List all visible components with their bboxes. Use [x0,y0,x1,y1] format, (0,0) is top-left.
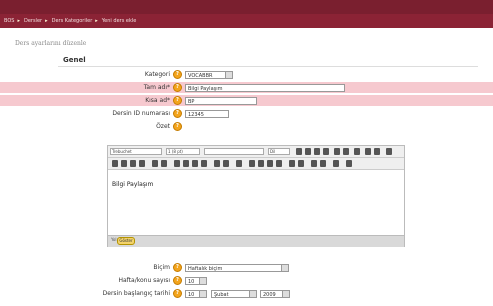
startdate-month-select[interactable]: Şubat [211,289,257,298]
background-color-icon[interactable] [223,160,229,167]
format-select[interactable]: Haftalık biçim [185,263,289,272]
justify-icon[interactable] [139,160,145,167]
align-center-icon[interactable] [121,160,127,167]
format-row: Biçim ? Haftalık biçim [0,262,493,273]
smiley-icon[interactable] [311,160,317,167]
editor-toggle-button[interactable]: Göster [117,237,135,245]
idnumber-label: Dersin ID numarası [112,110,170,117]
redo-icon[interactable] [374,148,380,155]
outdent-icon[interactable] [192,160,198,167]
breadcrumb-separator-icon: ▸ [45,18,48,24]
language-select[interactable]: Dil [268,148,290,155]
breadcrumb-item-courses[interactable]: Dersler [24,18,42,24]
align-right-icon[interactable] [130,160,136,167]
undo-icon[interactable] [365,148,371,155]
unlink-icon[interactable] [267,160,273,167]
startdate-row: Dersin başlangıç tarihi ? 10 Şubat 2009 [0,288,493,299]
startdate-label: Dersin başlangıç tarihi [102,290,170,297]
strikethrough-icon[interactable] [323,148,329,155]
breadcrumb-item-new-course: Yeni ders ekle [101,18,137,24]
numsections-label: Hafta/konu sayısı [118,277,170,284]
summary-row: Özet ? [0,121,493,132]
help-icon[interactable]: ? [173,109,182,118]
breadcrumb: BOS ▸ Dersler ▸ Ders Kategoriler ▸ Yeni … [0,14,493,28]
format-label: Biçim [153,264,170,271]
help-icon[interactable]: ? [173,289,182,298]
html-source-icon[interactable] [346,160,352,167]
font-size-select[interactable]: 1 (8 pt) [166,148,200,155]
help-icon[interactable]: ? [173,263,182,272]
startdate-day-select[interactable]: 10 [185,289,207,298]
editor-toolbar-row-2 [108,158,404,170]
unordered-list-icon[interactable] [183,160,189,167]
page-title: Ders ayarlarını düzenle [15,40,87,47]
category-row: Kategori ? VOCABBR [0,69,493,80]
section-divider [58,66,478,67]
shortname-label: Kısa ad* [145,97,170,104]
category-select[interactable]: VOCABBR [185,70,233,79]
editor-statusbar: Yol: body [108,235,404,247]
subscript-icon[interactable] [334,148,340,155]
help-icon[interactable]: ? [173,276,182,285]
top-banner [0,0,493,14]
search-replace-icon[interactable] [333,160,339,167]
numsections-row: Hafta/konu sayısı ? 10 [0,275,493,286]
editor-content-text: Bilgi Paylaşım [112,181,154,188]
ltr-icon[interactable] [152,160,158,167]
category-label: Kategori [144,71,170,78]
breadcrumb-item-categories[interactable]: Ders Kategoriler [52,18,93,24]
shortname-input[interactable]: BP [185,96,257,105]
fullscreen-icon[interactable] [386,148,392,155]
breadcrumb-separator-icon: ▸ [95,18,98,24]
underline-icon[interactable] [314,148,320,155]
breadcrumb-item-home[interactable]: BOS [4,18,14,24]
table-icon[interactable] [298,160,304,167]
help-icon[interactable]: ? [173,70,182,79]
italic-icon[interactable] [305,148,311,155]
font-family-select[interactable]: Trebuchet [110,148,162,155]
help-icon[interactable]: ? [173,96,182,105]
bold-icon[interactable] [296,148,302,155]
rtl-icon[interactable] [161,160,167,167]
editor-toolbar-row-1: Trebuchet 1 (8 pt) Dil [108,146,404,158]
fullname-row: Tam adı* ? Bilgi Paylaşım [0,82,493,93]
help-icon[interactable]: ? [173,122,182,131]
idnumber-input[interactable]: 12345 [185,109,229,118]
idnumber-row: Dersin ID numarası ? 12345 [0,108,493,119]
image-icon[interactable] [289,160,295,167]
startdate-year-select[interactable]: 2009 [260,289,290,298]
fullname-label: Tam adı* [143,84,170,91]
help-icon[interactable]: ? [173,83,182,92]
shortname-row: Kısa ad* ? BP [0,95,493,106]
paragraph-select[interactable] [204,148,264,155]
nolink-icon[interactable] [276,160,282,167]
horizontal-rule-icon[interactable] [236,160,242,167]
clear-format-icon[interactable] [354,148,360,155]
section-legend: Genel [63,56,86,64]
indent-icon[interactable] [201,160,207,167]
align-left-icon[interactable] [112,160,118,167]
anchor-icon[interactable] [249,160,255,167]
superscript-icon[interactable] [343,148,349,155]
special-char-icon[interactable] [320,160,326,167]
text-color-icon[interactable] [214,160,220,167]
fullname-input[interactable]: Bilgi Paylaşım [185,83,345,92]
summary-label: Özet [156,123,170,130]
summary-editor: Trebuchet 1 (8 pt) Dil Bilgi Paylaşım Yo… [107,145,405,247]
breadcrumb-separator-icon: ▸ [17,18,20,24]
numsections-select[interactable]: 10 [185,276,207,285]
ordered-list-icon[interactable] [174,160,180,167]
link-icon[interactable] [258,160,264,167]
